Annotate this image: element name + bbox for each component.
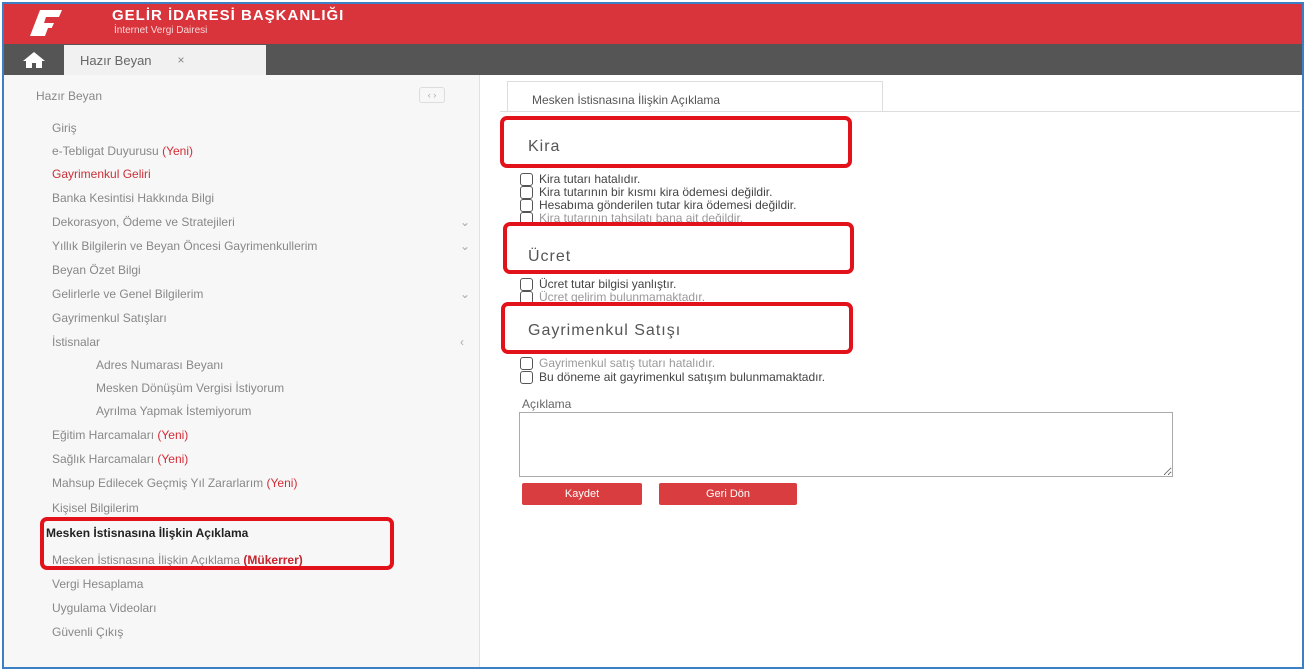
sidebar-heading: Hazır Beyan xyxy=(36,89,103,103)
tab-hazir-beyan[interactable]: Hazır Beyan × xyxy=(64,45,266,75)
sidebar-item-gayrimenkul-satislari[interactable]: Gayrimenkul Satışları xyxy=(52,311,167,325)
sidebar-item-gayrimenkul-geliri[interactable]: Gayrimenkul Geliri xyxy=(52,167,151,181)
sidebar-subitem-adres[interactable]: Adres Numarası Beyanı xyxy=(96,358,223,372)
sidebar-item-egitim[interactable]: Eğitim Harcamaları (Yeni) xyxy=(52,428,188,442)
sidebar-item-banka-kesintisi[interactable]: Banka Kesintisi Hakkında Bilgi xyxy=(52,191,214,205)
sidebar: Hazır Beyan ‹ › Giriş e-Tebligat Duyurus… xyxy=(4,75,480,667)
sidebar-item-dekorasyon[interactable]: Dekorasyon, Ödeme ve Stratejileri xyxy=(52,215,235,229)
sidebar-item-istisnalar[interactable]: İstisnalar xyxy=(52,335,100,349)
home-button[interactable] xyxy=(10,47,58,72)
sidebar-subitem-mesken-donusum[interactable]: Mesken Dönüşüm Vergisi İstiyorum xyxy=(96,381,284,395)
sidebar-item-guvenli-cikis[interactable]: Güvenli Çıkış xyxy=(52,625,123,639)
sidebar-subitem-ayrilma[interactable]: Ayrılma Yapmak İstemiyorum xyxy=(96,404,251,418)
chevron-left-icon: ‹ xyxy=(460,335,464,349)
sidebar-item-kisisel-bilgiler[interactable]: Kişisel Bilgilerim xyxy=(52,501,139,515)
tab-divider xyxy=(500,111,1300,112)
sidebar-item-giris[interactable]: Giriş xyxy=(52,121,77,135)
checkbox[interactable] xyxy=(520,277,533,291)
home-icon xyxy=(23,51,45,68)
checkbox[interactable] xyxy=(520,172,533,186)
checkbox[interactable] xyxy=(520,185,533,199)
checkbox[interactable] xyxy=(520,198,533,212)
chevron-down-icon: ⌄ xyxy=(460,239,471,253)
note-textarea[interactable] xyxy=(519,412,1173,477)
sidebar-item-mahsup[interactable]: Mahsup Edilecek Geçmiş Yıl Zararlarım (Y… xyxy=(52,476,297,490)
checkbox-row[interactable]: Kira tutarı hatalıdır. xyxy=(520,172,640,186)
checkbox[interactable] xyxy=(520,356,533,370)
chevron-down-icon: ⌄ xyxy=(460,287,471,301)
highlight-box-gayrimenkul xyxy=(501,302,853,354)
chevron-down-icon: ⌄ xyxy=(460,215,471,229)
checkbox-row[interactable]: Gayrimenkul satış tutarı hatalıdır. xyxy=(520,356,715,370)
sidebar-item-gelirler[interactable]: Gelirlerle ve Genel Bilgilerim xyxy=(52,287,203,301)
highlight-box-sidebar-item xyxy=(40,517,394,570)
sidebar-item-yillik-bilgiler[interactable]: Yıllık Bilgilerin ve Beyan Öncesi Gayrim… xyxy=(52,239,317,253)
new-badge: (Yeni) xyxy=(157,452,189,466)
checkbox-row[interactable]: Hesabıma gönderilen tutar kira ödemesi d… xyxy=(520,198,796,212)
highlight-box-ucret xyxy=(503,222,854,274)
new-badge: (Yeni) xyxy=(157,428,189,442)
note-label: Açıklama xyxy=(522,397,572,411)
tab-bar: Hazır Beyan × xyxy=(4,44,1302,75)
highlight-box-kira xyxy=(500,116,852,168)
sidebar-item-vergi-hesaplama[interactable]: Vergi Hesaplama xyxy=(52,577,143,591)
new-badge: (Yeni) xyxy=(162,144,193,158)
sidebar-item-beyan-ozet[interactable]: Beyan Özet Bilgi xyxy=(52,263,141,277)
sidebar-item-uygulama-videolari[interactable]: Uygulama Videoları xyxy=(52,601,157,615)
new-badge: (Yeni) xyxy=(266,476,298,490)
back-button[interactable]: Geri Dön xyxy=(659,483,797,505)
checkbox-row[interactable]: Bu döneme ait gayrimenkul satışım bulunm… xyxy=(520,370,825,384)
sidebar-toggle-icon[interactable]: ‹ › xyxy=(419,87,445,103)
checkbox-row[interactable]: Kira tutarının bir kısmı kira ödemesi de… xyxy=(520,185,772,199)
app-subtitle: İnternet Vergi Dairesi xyxy=(114,25,208,36)
app-header: GELİR İDARESİ BAŞKANLIĞI İnternet Vergi … xyxy=(4,4,1302,44)
sidebar-item-e-tebligat[interactable]: e-Tebligat Duyurusu (Yeni) xyxy=(52,144,193,158)
sidebar-item-saglik[interactable]: Sağlık Harcamaları (Yeni) xyxy=(52,452,188,466)
tab-label: Hazır Beyan xyxy=(80,52,152,68)
gib-logo-icon xyxy=(30,10,62,36)
save-button[interactable]: Kaydet xyxy=(522,483,642,505)
tab-mesken-istisnasi[interactable]: Mesken İstisnasına İlişkin Açıklama xyxy=(507,81,883,112)
app-title: GELİR İDARESİ BAŞKANLIĞI xyxy=(112,7,345,24)
close-icon[interactable]: × xyxy=(178,53,185,67)
checkbox-row[interactable]: Ücret tutar bilgisi yanlıştır. xyxy=(520,277,676,291)
checkbox[interactable] xyxy=(520,370,533,384)
browser-frame: GELİR İDARESİ BAŞKANLIĞI İnternet Vergi … xyxy=(2,2,1304,669)
